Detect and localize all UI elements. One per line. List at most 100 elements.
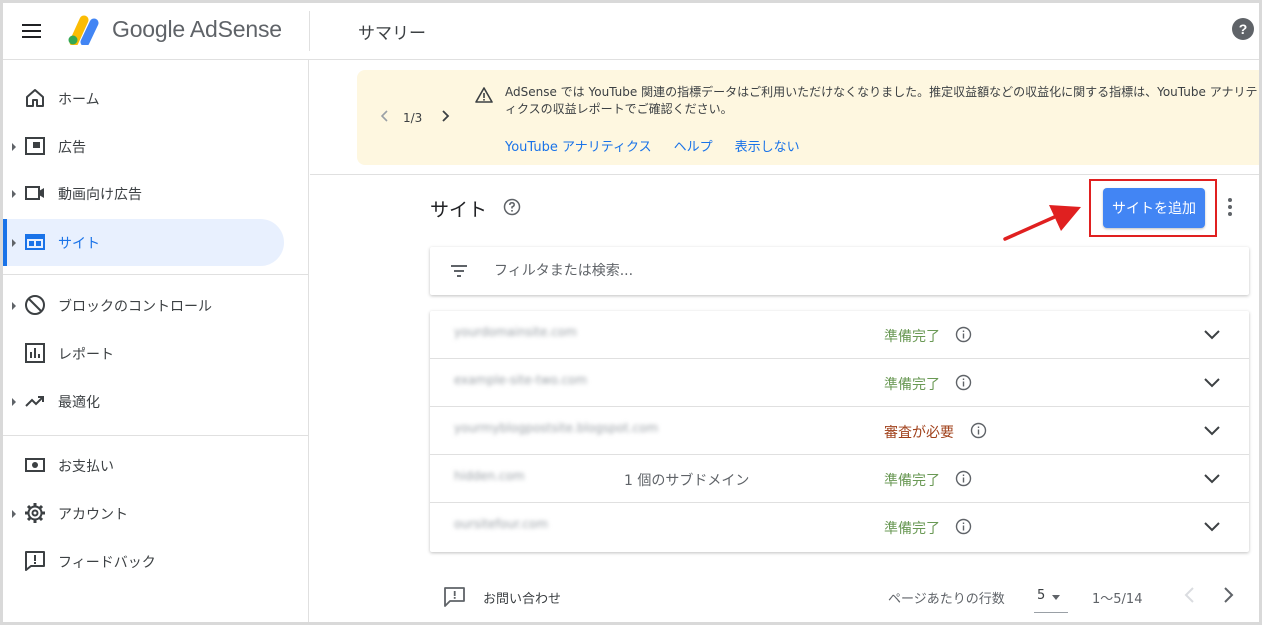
brand-name: Google AdSense <box>112 16 282 42</box>
expand-caret-icon <box>12 239 16 247</box>
table-row[interactable]: yourmyblogpostsite.blogspot.com 審査が必要 <box>430 407 1249 455</box>
sidebar-item-label: 広告 <box>58 140 86 156</box>
top-bar: Google AdSense サマリー ? <box>3 3 1259 60</box>
sidebar-item-label: ブロックのコントロール <box>58 299 212 315</box>
adsense-logo-icon <box>68 15 99 45</box>
info-icon[interactable] <box>955 470 972 487</box>
contact-link[interactable]: お問い合わせ <box>443 586 561 608</box>
sites-icon <box>25 234 45 250</box>
chevron-down-icon[interactable] <box>1201 517 1223 537</box>
site-domain: example-site-two.com <box>454 373 588 387</box>
hamburger-icon <box>21 24 41 38</box>
trending-up-icon <box>25 396 44 407</box>
app-window: Google AdSense サマリー ? ホーム 広告 動画向け広告 サイト … <box>0 0 1262 625</box>
subdomain-count: 1 個のサブドメイン <box>624 473 750 489</box>
sidebar-item-label: 最適化 <box>58 395 100 411</box>
sidebar-item-payments[interactable]: お支払い <box>3 442 284 489</box>
sidebar-item-home[interactable]: ホーム <box>3 75 284 122</box>
annotation-arrow-icon <box>1003 205 1081 241</box>
sidebar-item-label: お支払い <box>58 459 114 475</box>
expand-caret-icon <box>12 398 16 406</box>
sidebar-item-account[interactable]: アカウント <box>3 490 284 537</box>
help-link[interactable]: ヘルプ <box>674 136 713 155</box>
rows-per-page-select[interactable]: 5 <box>1034 583 1068 613</box>
sidebar-item-video-ads[interactable]: 動画向け広告 <box>3 170 284 217</box>
site-domain: hidden.com <box>454 469 525 483</box>
sidebar-item-reports[interactable]: レポート <box>3 330 284 377</box>
help-icon[interactable]: ? <box>1232 18 1254 40</box>
chevron-right-icon[interactable] <box>437 108 453 124</box>
sidebar-item-label: ホーム <box>58 92 100 108</box>
pagination-range: 1～5/14 <box>1092 592 1143 607</box>
notice-banner: 1/3 AdSense では YouTube 関連の指標データはご利用いただけな… <box>357 70 1259 165</box>
header-divider <box>309 11 310 51</box>
rows-per-page-value: 5 <box>1037 588 1046 603</box>
info-icon[interactable] <box>955 518 972 535</box>
expand-caret-icon <box>12 302 16 310</box>
banner-links: YouTube アナリティクス ヘルプ 表示しない <box>505 136 800 155</box>
dropdown-caret-icon <box>1052 595 1060 600</box>
sidebar-item-label: アカウント <box>58 507 128 523</box>
status-badge: 準備完了 <box>884 473 940 489</box>
sidebar-divider <box>3 435 308 436</box>
banner-page-count: 1/3 <box>403 111 423 125</box>
home-icon <box>26 89 44 107</box>
sidebar-item-ads[interactable]: 広告 <box>3 123 284 170</box>
youtube-analytics-link[interactable]: YouTube アナリティクス <box>505 136 652 155</box>
site-domain: yourmyblogpostsite.blogspot.com <box>454 421 659 435</box>
warning-icon <box>475 87 493 103</box>
info-icon[interactable] <box>955 326 972 343</box>
status-badge: 準備完了 <box>884 377 940 393</box>
status-badge: 準備完了 <box>884 329 940 345</box>
expand-caret-icon <box>12 190 16 198</box>
sites-heading: サイト <box>430 199 488 221</box>
sidebar-item-label: サイト <box>58 236 100 252</box>
expand-caret-icon <box>12 510 16 518</box>
chevron-down-icon[interactable] <box>1201 469 1223 489</box>
help-circle-icon[interactable] <box>503 198 521 216</box>
chevron-left-icon[interactable] <box>377 108 393 124</box>
banner-message: AdSense では YouTube 関連の指標データはご利用いただけなくなりま… <box>505 85 1258 116</box>
site-domain: oursitefour.com <box>454 517 549 531</box>
gear-icon <box>25 503 45 523</box>
page-title: サマリー <box>358 24 426 44</box>
chevron-down-icon[interactable] <box>1201 421 1223 441</box>
expand-caret-icon <box>12 143 16 151</box>
table-row[interactable]: example-site-two.com 準備完了 <box>430 359 1249 407</box>
sidebar-divider <box>3 274 308 275</box>
sidebar-item-label: レポート <box>58 347 114 363</box>
table-row[interactable]: yourdomainsite.com 準備完了 <box>430 311 1249 359</box>
sidebar-item-label: 動画向け広告 <box>58 187 142 203</box>
feedback-icon <box>444 587 465 607</box>
add-site-button[interactable]: サイトを追加 <box>1103 188 1205 228</box>
menu-button[interactable] <box>17 17 45 45</box>
status-badge: 審査が必要 <box>884 425 954 441</box>
rows-per-page-label: ページあたりの行数 <box>888 592 1005 607</box>
filter-search-input[interactable] <box>494 258 1194 284</box>
chevron-left-icon[interactable] <box>1181 585 1199 605</box>
sidebar-item-block-control[interactable]: ブロックのコントロール <box>3 282 284 329</box>
ads-icon <box>25 137 45 155</box>
table-row[interactable]: oursitefour.com 準備完了 <box>430 503 1249 551</box>
sidebar-item-optimization[interactable]: 最適化 <box>3 378 284 425</box>
feedback-icon <box>25 551 45 571</box>
chevron-down-icon[interactable] <box>1201 325 1223 345</box>
filter-bar <box>430 247 1249 295</box>
info-icon[interactable] <box>955 374 972 391</box>
sidebar-item-feedback[interactable]: フィードバック <box>3 538 284 585</box>
more-vert-icon[interactable] <box>1220 195 1240 219</box>
block-icon <box>25 295 45 315</box>
site-domain: yourdomainsite.com <box>454 325 577 339</box>
info-icon[interactable] <box>970 422 987 439</box>
report-icon <box>25 343 45 363</box>
sites-table: yourdomainsite.com 準備完了 example-site-two… <box>430 311 1249 552</box>
content-divider <box>310 174 1259 175</box>
dismiss-link[interactable]: 表示しない <box>735 136 800 155</box>
filter-icon <box>451 265 467 277</box>
sidebar-item-sites[interactable]: サイト <box>3 219 284 266</box>
chevron-right-icon[interactable] <box>1219 585 1237 605</box>
table-row[interactable]: hidden.com 1 個のサブドメイン 準備完了 <box>430 455 1249 503</box>
sidebar: ホーム 広告 動画向け広告 サイト ブロックのコントロール レポート 最適化 お… <box>3 60 309 622</box>
chevron-down-icon[interactable] <box>1201 373 1223 393</box>
status-badge: 準備完了 <box>884 521 940 537</box>
